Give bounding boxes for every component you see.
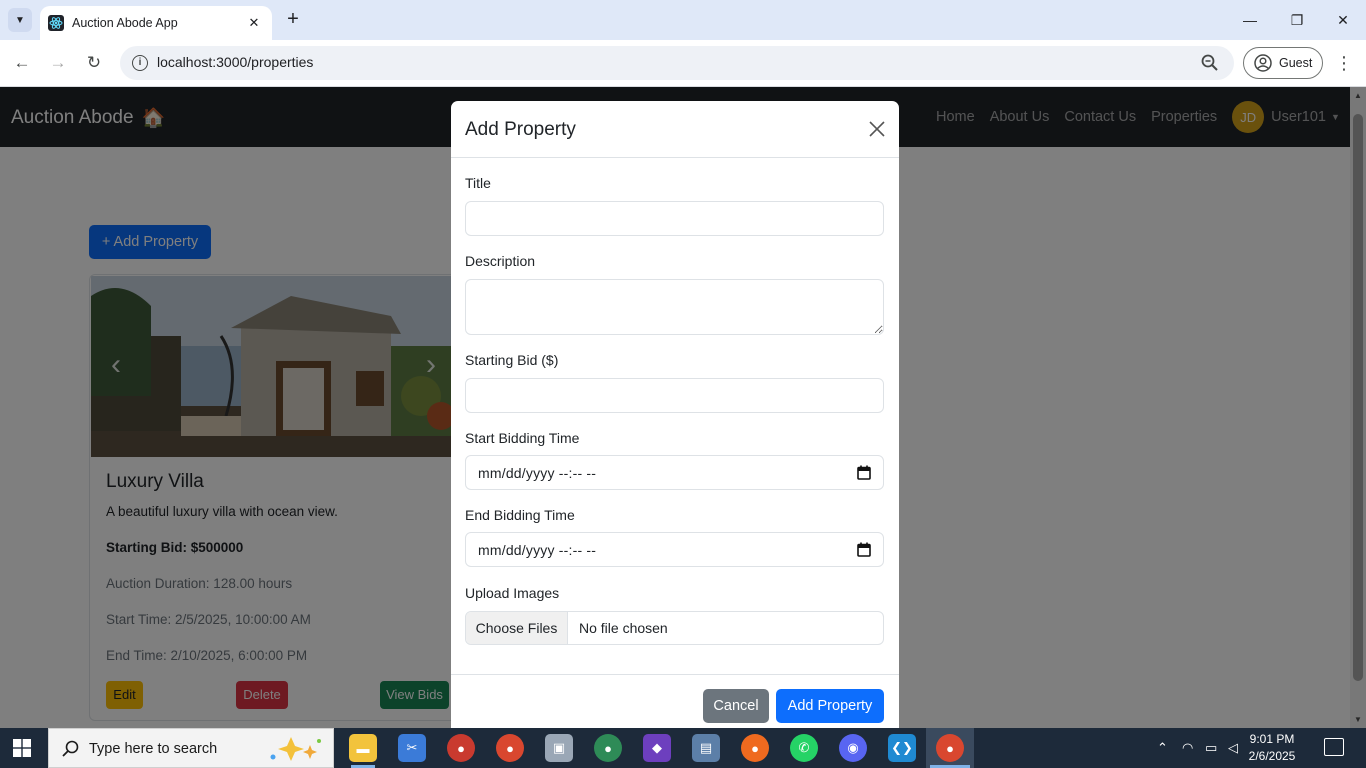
control-panel-icon[interactable]: ▤ — [692, 734, 720, 762]
taskbar-clock[interactable]: 9:01 PM 2/6/2025 — [1236, 731, 1308, 765]
cancel-button[interactable]: Cancel — [703, 689, 769, 723]
react-favicon-icon — [48, 15, 64, 31]
restore-icon[interactable]: ❐ — [1285, 8, 1309, 32]
clock-date: 2/6/2025 — [1248, 749, 1296, 763]
choose-files-button[interactable]: Choose Files — [466, 612, 568, 644]
firefox-icon[interactable]: ● — [741, 734, 769, 762]
close-icon[interactable] — [867, 119, 887, 139]
end-time-label: End Bidding Time — [465, 507, 575, 523]
calendar-icon[interactable] — [857, 465, 871, 480]
submit-add-property-button[interactable]: Add Property — [776, 689, 884, 723]
zoom-icon[interactable] — [1200, 53, 1220, 73]
clock-time: 9:01 PM — [1249, 732, 1295, 746]
whatsapp-icon[interactable]: ✆ — [790, 734, 818, 762]
upload-images-input[interactable]: Choose Files No file chosen — [465, 611, 884, 645]
address-bar[interactable]: i localhost:3000/properties — [120, 46, 1234, 80]
chrome-dev-icon[interactable]: ● — [447, 734, 475, 762]
tab-title: Auction Abode App — [72, 16, 178, 30]
reload-icon[interactable]: ↻ — [82, 51, 106, 75]
browser-toolbar: ← → ↻ i localhost:3000/properties Guest … — [0, 40, 1366, 87]
upload-images-label: Upload Images — [465, 585, 560, 601]
vscode-icon[interactable]: ❮❯ — [888, 734, 916, 762]
file-status: No file chosen — [579, 620, 668, 636]
new-tab-icon[interactable]: + — [282, 8, 304, 32]
windows-taskbar: Type here to search ▬ ✂ ● ● ▣ ● ◆ ▤ ● ✆ … — [0, 728, 1366, 768]
taskbar-search[interactable]: Type here to search — [48, 728, 334, 768]
site-info-icon[interactable]: i — [132, 55, 148, 71]
description-label: Description — [465, 253, 536, 269]
url-text[interactable]: localhost:3000/properties — [157, 54, 313, 70]
modal-header: Add Property — [451, 101, 899, 158]
profile-icon — [1254, 54, 1272, 72]
add-property-modal: Add Property Title Description Starting … — [451, 101, 899, 728]
end-time-input[interactable]: mm/dd/yyyy --:-- -- — [465, 532, 884, 567]
title-input[interactable] — [465, 201, 884, 236]
title-label: Title — [465, 175, 491, 191]
tab-close-icon[interactable]: ✕ — [246, 15, 262, 31]
minimize-icon[interactable]: — — [1238, 8, 1262, 32]
browser-tab-bar: ▼ Auction Abode App ✕ + — ❐ ✕ — [0, 0, 1366, 40]
starting-bid-input[interactable] — [465, 378, 884, 413]
modal-footer: Cancel Add Property — [451, 674, 899, 728]
chrome-active-icon[interactable]: ● — [936, 734, 964, 762]
forward-arrow-icon[interactable]: → — [46, 51, 70, 75]
browser-tab[interactable]: Auction Abode App ✕ — [40, 6, 272, 40]
profile-label: Guest — [1279, 56, 1313, 70]
battery-icon[interactable]: ▭ — [1205, 740, 1217, 756]
tray-overflow-icon[interactable]: ⌃ — [1157, 740, 1168, 756]
image-viewer-icon[interactable]: ▣ — [545, 734, 573, 762]
starting-bid-label: Starting Bid ($) — [465, 352, 559, 368]
notification-center-icon[interactable] — [1324, 738, 1344, 756]
back-arrow-icon[interactable]: ← — [10, 51, 34, 75]
chrome-profile-icon[interactable]: ● — [594, 734, 622, 762]
search-placeholder: Type here to search — [89, 741, 218, 757]
end-time-placeholder: mm/dd/yyyy --:-- -- — [478, 542, 597, 558]
start-time-label: Start Bidding Time — [465, 430, 580, 446]
tab-search-chevron-icon[interactable]: ▼ — [8, 8, 32, 32]
discord-icon[interactable]: ◉ — [839, 734, 867, 762]
windows-start-icon[interactable] — [13, 739, 31, 757]
browser-menu-icon[interactable]: ⋮ — [1335, 51, 1353, 75]
window-close-icon[interactable]: ✕ — [1331, 8, 1355, 32]
description-textarea[interactable] — [465, 279, 884, 335]
start-time-input[interactable]: mm/dd/yyyy --:-- -- — [465, 455, 884, 490]
start-time-placeholder: mm/dd/yyyy --:-- -- — [478, 465, 597, 481]
modal-title: Add Property — [465, 119, 576, 140]
copilot-sparkle-icon — [270, 737, 321, 761]
file-explorer-icon[interactable]: ▬ — [349, 734, 377, 762]
snipping-tool-icon[interactable]: ✂ — [398, 734, 426, 762]
search-icon — [62, 740, 79, 757]
calendar-icon[interactable] — [857, 542, 871, 557]
visual-studio-icon[interactable]: ◆ — [643, 734, 671, 762]
profile-button[interactable]: Guest — [1243, 47, 1323, 79]
chrome-icon[interactable]: ● — [496, 734, 524, 762]
wifi-icon[interactable]: ◠ — [1182, 740, 1193, 756]
